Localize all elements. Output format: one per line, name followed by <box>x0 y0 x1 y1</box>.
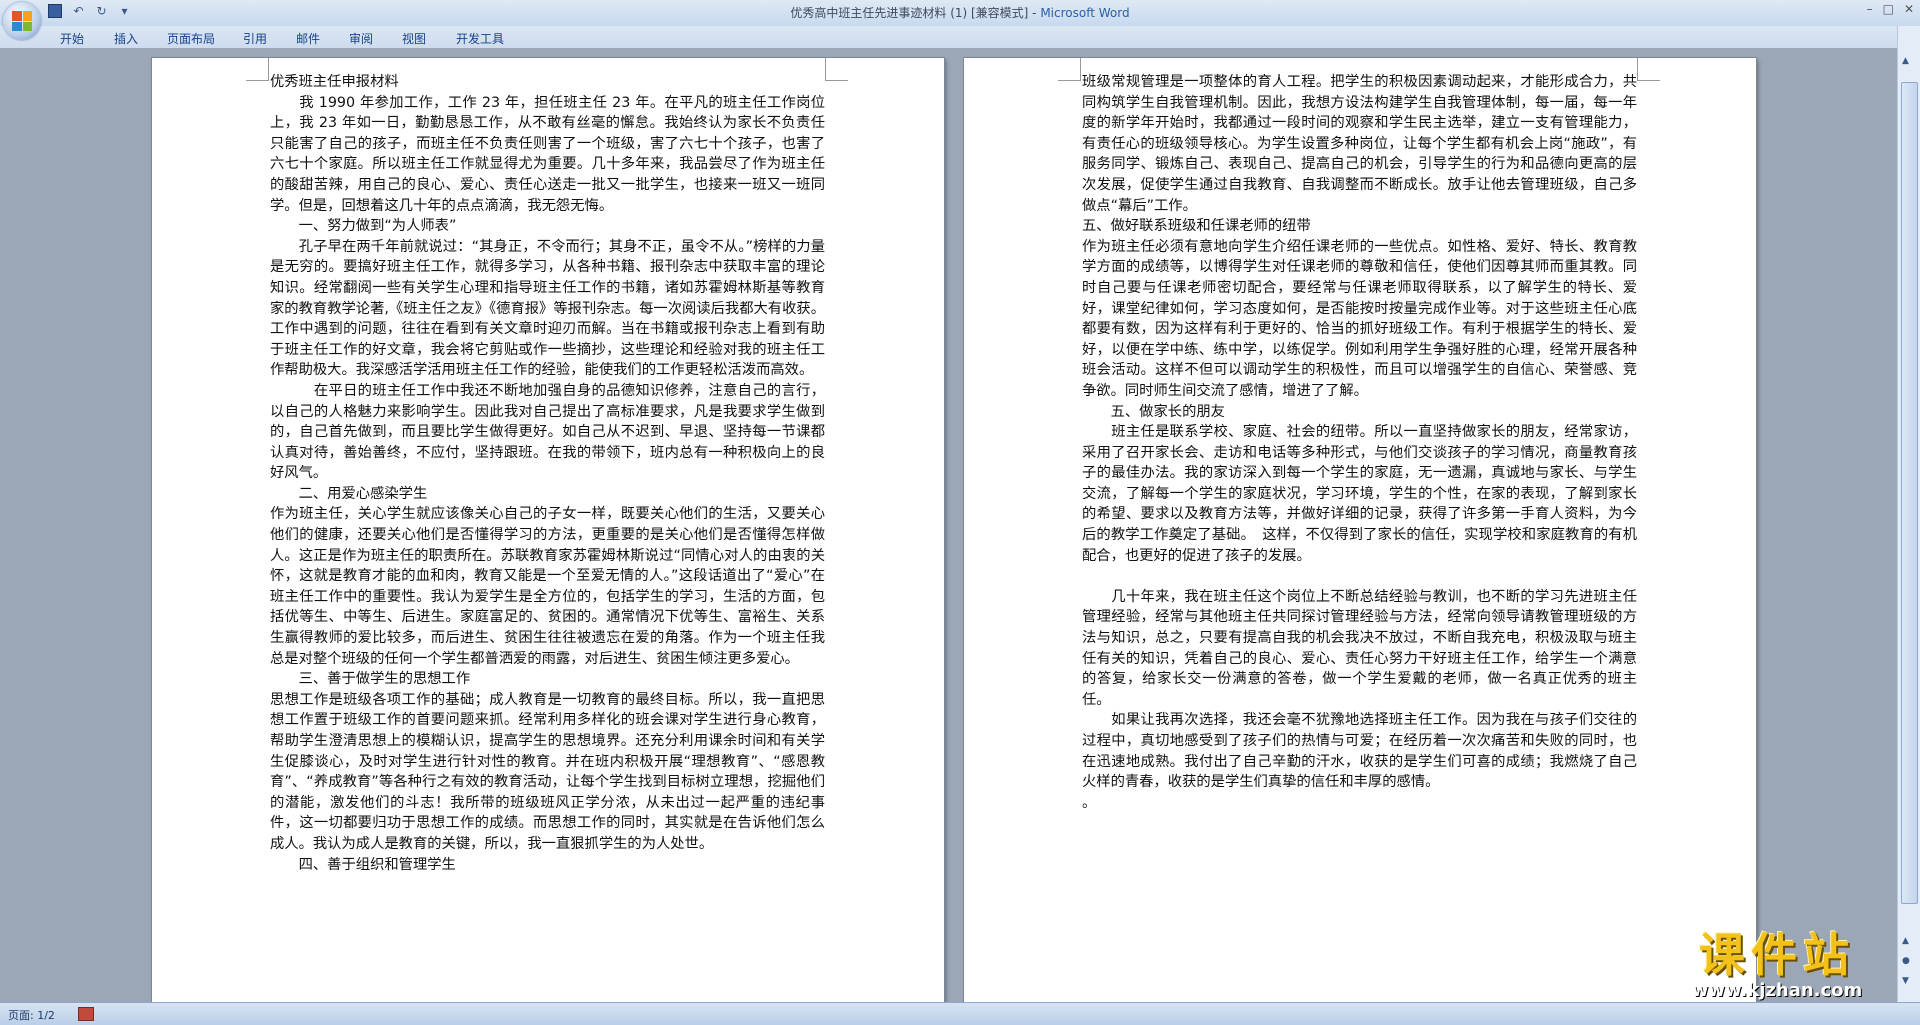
crop-mark <box>1058 58 1081 81</box>
browse-object-icon[interactable]: ● <box>1902 956 1910 966</box>
title-bar: ↶ ↻ ▾ 优秀高中班主任先进事迹材料 (1) [兼容模式] - Microso… <box>0 0 1920 40</box>
app-name: Microsoft Word <box>1040 6 1130 20</box>
scroll-up-icon[interactable]: ▲ <box>1902 56 1909 66</box>
crop-mark <box>246 58 269 81</box>
window-title: 优秀高中班主任先进事迹材料 (1) [兼容模式] - Microsoft Wor… <box>0 4 1920 21</box>
paragraph: 。 <box>1082 794 1097 811</box>
paragraph: 孔子早在两千年前就说过：“其身正，不令而行；其身不正，虽令不从。”榜样的力量是无… <box>270 238 825 379</box>
maximize-button[interactable]: □ <box>1883 2 1894 16</box>
tab-home[interactable]: 开始 <box>60 30 84 47</box>
doc-heading: 优秀班主任申报材料 <box>270 74 399 90</box>
ribbon-tabs: 开始 插入 页面布局 引用 邮件 审阅 视图 开发工具 ? <box>0 26 1920 49</box>
crop-mark <box>825 58 848 81</box>
tab-developer[interactable]: 开发工具 <box>456 30 504 47</box>
tab-insert[interactable]: 插入 <box>114 30 138 47</box>
paragraph: 班主任是联系学校、家庭、社会的纽带。所以一直坚持做家长的朋友，经常家访，采用了召… <box>1082 424 1637 564</box>
page-count[interactable]: 页面: 1/2 <box>8 1007 55 1023</box>
paragraph: 作为班主任必须有意地向学生介绍任课老师的一些优点。如性格、爱好、特长、教育教学方… <box>1082 238 1637 399</box>
watermark: 课件站 www.kjzhan.com <box>1662 929 1892 1001</box>
page-2-text[interactable]: 班级常规管理是一项整体的育人工程。把学生的积极因素调动起来，才能形成合力，共同构… <box>1082 72 1637 813</box>
tab-page-layout[interactable]: 页面布局 <box>167 30 215 47</box>
vertical-scrollbar[interactable]: ▲ ▲ ● ▼ <box>1897 26 1920 1003</box>
paragraph: 作为班主任，关心学生就应该像关心自己的子女一样，既要关心他们的生活，又要关心他们… <box>270 506 825 667</box>
section-heading: 五、做家长的朋友 <box>1082 403 1225 420</box>
paragraph: 如果让我再次选择，我还会毫不犹豫地选择班主任工作。因为我在与孩子们交往的过程中，… <box>1082 712 1637 791</box>
paragraph: 班级常规管理是一项整体的育人工程。把学生的积极因素调动起来，才能形成合力，共同构… <box>1082 74 1637 214</box>
window-controls: – □ ✕ <box>1867 2 1914 16</box>
document-area: 优秀班主任申报材料 我 1990 年参加工作，工作 23 年，担任班主任 23 … <box>0 48 1898 1003</box>
status-bar: 页面: 1/2 <box>0 1002 1920 1025</box>
crop-mark <box>1637 58 1660 81</box>
paragraph: 我 1990 年参加工作，工作 23 年，担任班主任 23 年。在平凡的班主任工… <box>270 94 825 214</box>
scrollbar-thumb[interactable] <box>1901 82 1918 904</box>
office-button[interactable] <box>3 2 41 40</box>
tab-review[interactable]: 审阅 <box>349 30 373 47</box>
document-page-1[interactable]: 优秀班主任申报材料 我 1990 年参加工作，工作 23 年，担任班主任 23 … <box>152 58 944 1003</box>
paragraph: 几十年来，我在班主任这个岗位上不断总结经验与教训，也不断的学习先进班主任管理经验… <box>1082 588 1637 708</box>
tab-mailings[interactable]: 邮件 <box>296 30 320 47</box>
document-title: 优秀高中班主任先进事迹材料 (1) [兼容模式] - <box>790 6 1041 20</box>
next-page-icon[interactable]: ▼ <box>1902 976 1909 986</box>
prev-page-icon[interactable]: ▲ <box>1902 936 1909 946</box>
page-1-text[interactable]: 优秀班主任申报材料 我 1990 年参加工作，工作 23 年，担任班主任 23 … <box>270 72 825 875</box>
document-page-2[interactable]: 班级常规管理是一项整体的育人工程。把学生的积极因素调动起来，才能形成合力，共同构… <box>964 58 1756 1003</box>
section-heading: 五、做好联系班级和任课老师的纽带 <box>1082 218 1311 235</box>
watermark-url: www.kjzhan.com <box>1691 980 1863 1001</box>
section-heading: 二、用爱心感染学生 <box>270 485 428 502</box>
section-heading: 三、善于做学生的思想工作 <box>270 671 471 688</box>
paragraph: 在平日的班主任工作中我还不断地加强自身的品德知识修养，注意自己的言行，以自己的人… <box>270 382 825 482</box>
proofing-icon[interactable] <box>78 1007 94 1021</box>
empty-paragraph <box>1082 566 1637 587</box>
watermark-logo: 课件站 <box>1699 928 1855 982</box>
minimize-button[interactable]: – <box>1867 2 1873 16</box>
tab-references[interactable]: 引用 <box>243 30 267 47</box>
paragraph: 思想工作是班级各项工作的基础；成人教育是一切教育的最终目标。所以，我一直把思想工… <box>270 691 825 852</box>
section-heading: 一、努力做到“为人师表” <box>270 218 457 235</box>
tab-view[interactable]: 视图 <box>402 30 426 47</box>
section-heading: 四、善于组织和管理学生 <box>270 856 456 873</box>
office-logo-icon <box>12 11 32 31</box>
close-button[interactable]: ✕ <box>1904 2 1914 16</box>
